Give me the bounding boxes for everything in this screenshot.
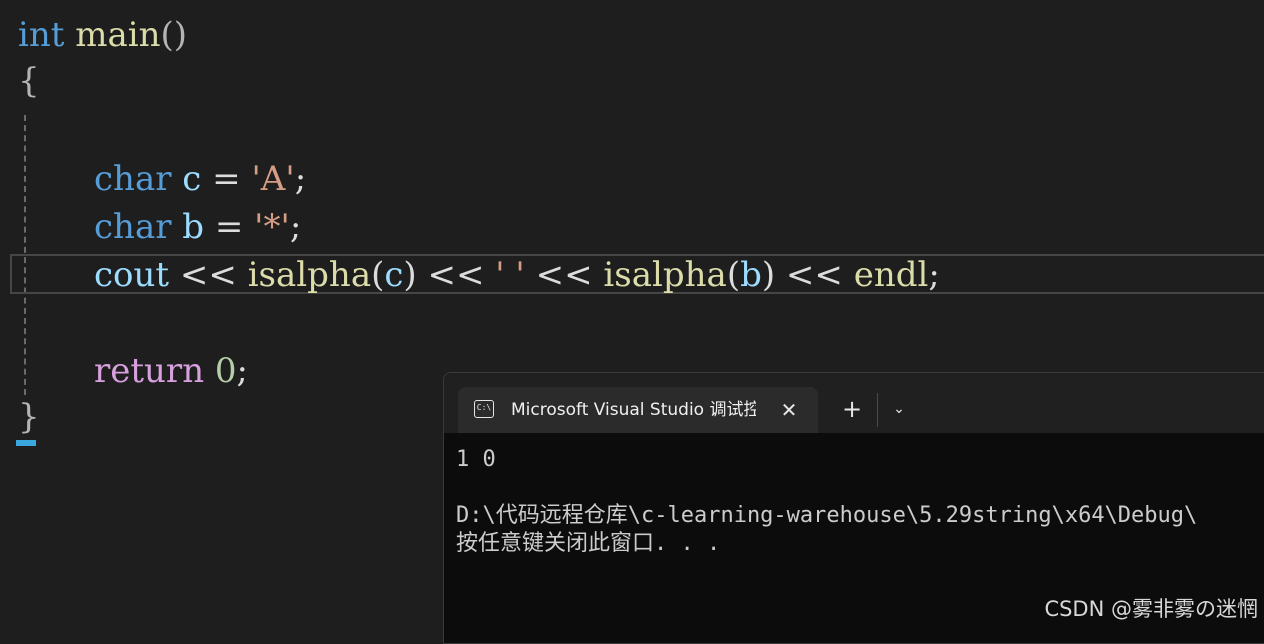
paren-open: ( — [726, 255, 741, 295]
code-line-return[interactable]: return 0; — [94, 348, 248, 394]
paren-close: ) — [403, 255, 417, 295]
keyword-int: int — [18, 15, 65, 55]
output-line: 1 0 — [456, 447, 496, 472]
titlebar-divider — [877, 393, 878, 427]
keyword-char: char — [94, 159, 172, 199]
output-line: 按任意键关闭此窗口. . . — [456, 531, 721, 556]
keyword-return: return — [94, 351, 205, 391]
close-icon[interactable]: ✕ — [776, 397, 802, 423]
identifier-endl: endl — [853, 255, 929, 295]
operator-stream: << — [427, 255, 485, 295]
operator-stream: << — [179, 255, 237, 295]
new-tab-button[interactable]: + — [837, 391, 867, 427]
operator-assign: = — [212, 159, 241, 199]
number-zero: 0 — [214, 351, 237, 391]
close-brace: } — [18, 397, 40, 437]
parens: () — [160, 15, 188, 55]
char-literal: 'A' — [251, 159, 295, 199]
code-line-close-brace[interactable]: } — [18, 394, 40, 440]
open-brace: { — [18, 61, 40, 101]
paren-open: ( — [371, 255, 385, 295]
semicolon: ; — [294, 159, 307, 199]
text-caret — [16, 440, 36, 446]
function-main: main — [75, 15, 161, 55]
code-line-cout[interactable]: cout << isalpha(c) << ' ' << isalpha(b) … — [94, 252, 940, 298]
chevron-down-icon[interactable]: ⌄ — [884, 391, 914, 427]
operator-stream: << — [535, 255, 593, 295]
function-isalpha: isalpha — [603, 255, 727, 295]
space-literal: ' ' — [495, 255, 525, 295]
semicolon: ; — [928, 255, 940, 295]
code-line-main-signature[interactable]: int main() — [18, 12, 187, 58]
operator-stream: << — [785, 255, 843, 295]
function-isalpha: isalpha — [247, 255, 372, 295]
semicolon: ; — [236, 351, 249, 391]
paren-close: ) — [761, 255, 776, 295]
code-line-open-brace[interactable]: { — [18, 58, 40, 104]
keyword-char: char — [94, 207, 172, 247]
code-line-char-c[interactable]: char c = 'A'; — [94, 156, 306, 202]
variable-b: b — [740, 255, 762, 295]
terminal-tab[interactable]: C:\ Microsoft Visual Studio 调试控 ✕ — [458, 387, 818, 433]
output-line: D:\代码远程仓库\c-learning-warehouse\5.29strin… — [456, 503, 1198, 528]
variable-c: c — [384, 255, 404, 295]
operator-assign: = — [214, 207, 244, 247]
variable-c: c — [182, 159, 202, 199]
identifier-cout: cout — [94, 255, 170, 295]
char-literal: '*' — [254, 207, 290, 247]
terminal-titlebar[interactable]: C:\ Microsoft Visual Studio 调试控 ✕ + ⌄ — [444, 373, 1264, 433]
code-line-char-b[interactable]: char b = '*'; — [94, 204, 301, 250]
csdn-watermark: CSDN @雾非雾の迷惘 — [1044, 597, 1258, 621]
console-icon: C:\ — [474, 400, 494, 418]
variable-b: b — [182, 207, 205, 247]
semicolon: ; — [289, 207, 302, 247]
tab-title: Microsoft Visual Studio 调试控 — [511, 400, 756, 420]
